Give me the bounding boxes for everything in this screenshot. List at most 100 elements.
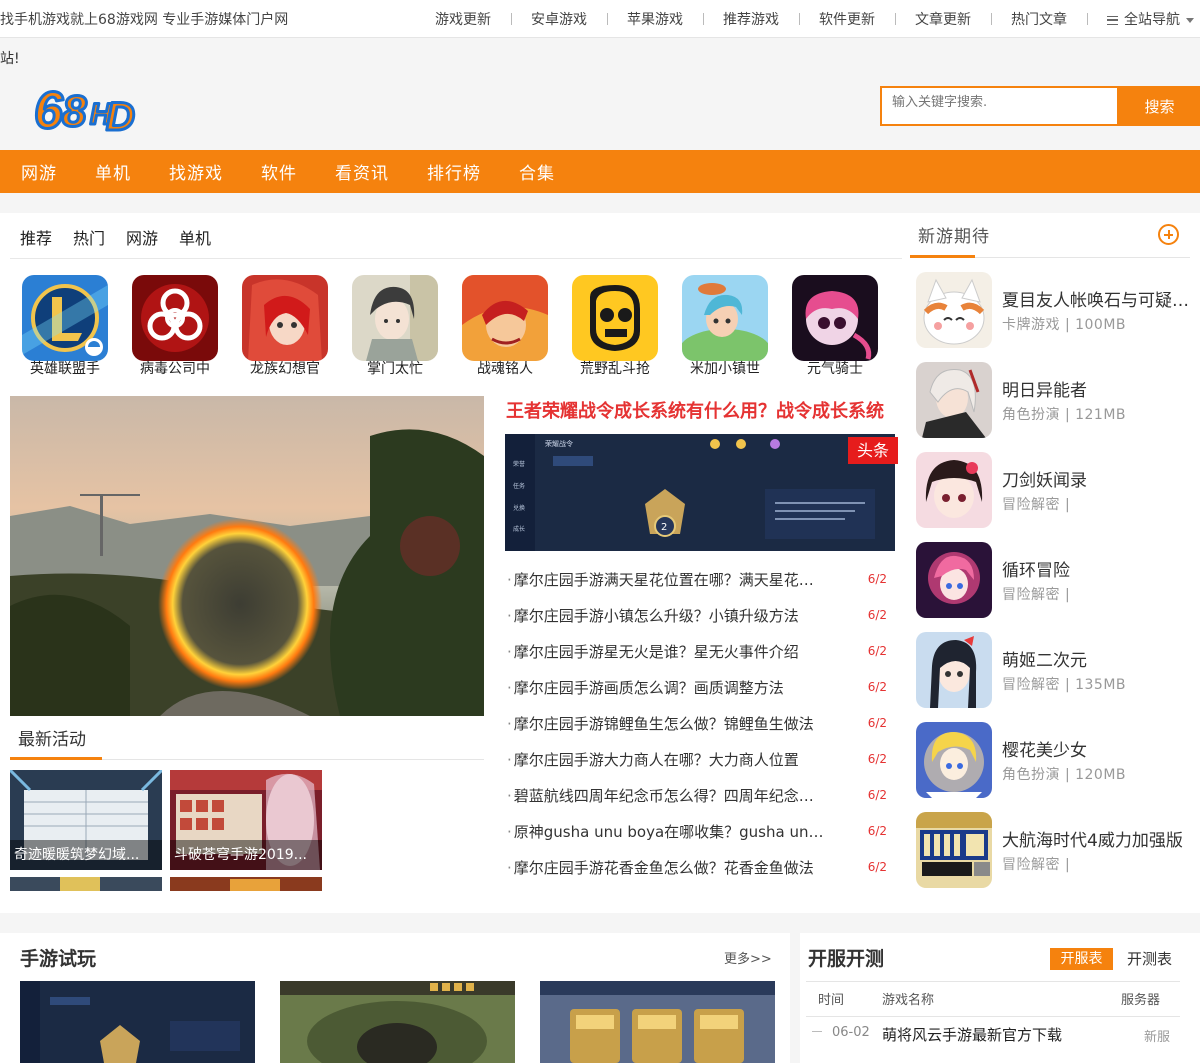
- game-item[interactable]: 龙族幻想官: [230, 275, 340, 377]
- svg-text:任务: 任务: [513, 482, 525, 490]
- site-logo[interactable]: 6 8 H D: [33, 76, 137, 142]
- upcoming-title: 新游期待: [918, 227, 990, 247]
- trial-card[interactable]: [540, 981, 775, 1063]
- top-link-software[interactable]: 软件更新: [799, 9, 895, 29]
- trial-section: 手游试玩 更多>>: [0, 933, 790, 1063]
- svg-text:荣誉: 荣誉: [513, 460, 525, 468]
- activity-card[interactable]: 奇迹暖暖筑梦幻域...: [10, 770, 162, 870]
- upcoming-meta: 角色扮演 | 120MB: [1002, 767, 1127, 783]
- news-title[interactable]: 摩尔庄园手游锦鲤鱼生怎么做？锦鲤鱼生做法: [507, 713, 827, 734]
- headline-image[interactable]: 荣誉 任务 兑换 成长 荣耀战令 2: [505, 434, 895, 551]
- news-list: 摩尔庄园手游满天星花位置在哪？满天星花在哪里 6/2 摩尔庄园手游小镇怎么升级？小…: [507, 561, 887, 885]
- game-item[interactable]: 米加小镇世: [670, 275, 780, 377]
- nav-single-games[interactable]: 单机: [76, 159, 150, 184]
- tab-hot[interactable]: 热门: [73, 225, 105, 249]
- tab-test-server[interactable]: 开测表: [1127, 948, 1172, 969]
- upcoming-name: 刀剑妖闻录: [1002, 471, 1087, 491]
- trial-title: 手游试玩: [20, 948, 97, 970]
- nav-software[interactable]: 软件: [242, 159, 316, 184]
- news-title[interactable]: 摩尔庄园手游花香金鱼怎么做？花香金鱼做法: [507, 857, 827, 878]
- top-link-articles[interactable]: 文章更新: [895, 9, 991, 29]
- game-thumbnail: [916, 632, 992, 708]
- game-item[interactable]: 元气骑士: [780, 275, 890, 377]
- news-date: 6/2: [867, 572, 887, 586]
- list-item[interactable]: 碧蓝航线四周年纪念币怎么得？四周年纪念币获取 6/2: [507, 777, 887, 813]
- news-title[interactable]: 摩尔庄园手游星无火是谁？星无火事件介绍: [507, 641, 827, 662]
- top-link-apple[interactable]: 苹果游戏: [607, 9, 703, 29]
- server-date: 06-02: [832, 1025, 870, 1040]
- news-date: 6/2: [867, 680, 887, 694]
- news-title[interactable]: 摩尔庄园手游大力商人在哪？大力商人位置: [507, 749, 827, 770]
- top-link-android[interactable]: 安卓游戏: [511, 9, 607, 29]
- tab-open-server[interactable]: 开服表: [1050, 948, 1113, 970]
- news-title[interactable]: 摩尔庄园手游满天星花位置在哪？满天星花在哪里: [507, 569, 827, 590]
- divider: [806, 1016, 1180, 1017]
- news-date: 6/2: [867, 644, 887, 658]
- nav-collections[interactable]: 合集: [500, 159, 574, 184]
- news-title[interactable]: 碧蓝航线四周年纪念币怎么得？四周年纪念币获取: [507, 785, 827, 806]
- list-item[interactable]: 摩尔庄园手游满天星花位置在哪？满天星花在哪里 6/2: [507, 561, 887, 597]
- game-name: 米加小镇世: [690, 361, 760, 377]
- upcoming-name: 明日异能者: [1002, 381, 1087, 401]
- top-link-game-update[interactable]: 游戏更新: [415, 9, 511, 29]
- server-title: 开服开测: [808, 948, 885, 970]
- news-title[interactable]: 摩尔庄园手游画质怎么调？画质调整方法: [507, 677, 827, 698]
- game-item[interactable]: 战魂铭人: [450, 275, 560, 377]
- upcoming-item[interactable]: 大航海时代4威力加强版 冒险解密 |: [916, 812, 1196, 902]
- trial-card[interactable]: [20, 981, 255, 1063]
- upcoming-name: 樱花美少女: [1002, 741, 1087, 761]
- nav-news[interactable]: 看资讯: [316, 159, 408, 184]
- activity-thumb[interactable]: [10, 877, 162, 891]
- game-item[interactable]: 病毒公司中: [120, 275, 230, 377]
- list-item[interactable]: 摩尔庄园手游锦鲤鱼生怎么做？锦鲤鱼生做法 6/2: [507, 705, 887, 741]
- upcoming-meta: 冒险解密 | 135MB: [1002, 677, 1127, 693]
- nav-rankings[interactable]: 排行榜: [408, 159, 500, 184]
- list-item[interactable]: 摩尔庄园手游花香金鱼怎么做？花香金鱼做法 6/2: [507, 849, 887, 885]
- list-item[interactable]: 原神gusha unu boya在哪收集？gusha unu boya位置 6/2: [507, 813, 887, 849]
- all-nav-menu[interactable]: 全站导航: [1087, 9, 1200, 29]
- server-game-name[interactable]: 萌将风云手游最新官方下载: [882, 1024, 1062, 1045]
- upcoming-item[interactable]: 刀剑妖闻录 冒险解密 |: [916, 452, 1196, 542]
- list-item[interactable]: 摩尔庄园手游大力商人在哪？大力商人位置 6/2: [507, 741, 887, 777]
- tab-recommended[interactable]: 推荐: [20, 225, 52, 249]
- trial-card[interactable]: [280, 981, 515, 1063]
- feature-banner[interactable]: [10, 396, 484, 716]
- game-name: 荒野乱斗抢: [580, 361, 650, 377]
- upcoming-item[interactable]: 夏目友人帐唤石与可疑的信使 卡牌游戏 | 100MB: [916, 272, 1196, 362]
- list-item[interactable]: 摩尔庄园手游小镇怎么升级？小镇升级方法 6/2: [507, 597, 887, 633]
- news-title[interactable]: 摩尔庄园手游小镇怎么升级？小镇升级方法: [507, 605, 827, 626]
- tab-single[interactable]: 单机: [179, 225, 211, 249]
- game-item[interactable]: 英雄联盟手: [10, 275, 120, 377]
- top-link-recommended[interactable]: 推荐游戏: [703, 9, 799, 29]
- server-type: 新服: [1144, 1030, 1171, 1045]
- svg-text:2: 2: [661, 522, 667, 533]
- nav-online-games[interactable]: 网游: [2, 159, 76, 184]
- list-item[interactable]: 摩尔庄园手游画质怎么调？画质调整方法 6/2: [507, 669, 887, 705]
- svg-text:荣耀战令: 荣耀战令: [545, 439, 573, 448]
- warrior-icon: [462, 275, 548, 361]
- upcoming-meta: 冒险解密 |: [1002, 857, 1071, 873]
- activity-card[interactable]: 斗破苍穹手游2019...: [170, 770, 322, 870]
- news-date: 6/2: [867, 716, 887, 730]
- upcoming-item[interactable]: 萌姬二次元 冒险解密 | 135MB: [916, 632, 1196, 722]
- upcoming-item[interactable]: 循环冒险 冒险解密 |: [916, 542, 1196, 632]
- game-item[interactable]: 掌门太忙: [340, 275, 450, 377]
- more-link[interactable]: 更多>>: [724, 948, 772, 967]
- search-input[interactable]: [882, 88, 1117, 124]
- game-thumbnail: [916, 272, 992, 348]
- news-title[interactable]: 原神gusha unu boya在哪收集？gusha unu boya位置: [507, 821, 827, 842]
- search-button[interactable]: 搜索: [1119, 86, 1200, 126]
- top-link-hot-articles[interactable]: 热门文章: [991, 9, 1087, 29]
- plus-icon[interactable]: [1158, 224, 1179, 245]
- title-underline: [10, 757, 102, 760]
- game-tabs: 推荐 热门 网游 单机: [20, 225, 232, 249]
- activity-thumb[interactable]: [170, 877, 322, 891]
- headline-title[interactable]: 王者荣耀战令成长系统有什么用？战令成长系统: [506, 397, 906, 423]
- nav-find-games[interactable]: 找游戏: [150, 159, 242, 184]
- list-item[interactable]: 摩尔庄园手游星无火是谁？星无火事件介绍 6/2: [507, 633, 887, 669]
- tab-online[interactable]: 网游: [126, 225, 158, 249]
- upcoming-item[interactable]: 樱花美少女 角色扮演 | 120MB: [916, 722, 1196, 812]
- upcoming-item[interactable]: 明日异能者 角色扮演 | 121MB: [916, 362, 1196, 452]
- news-date: 6/2: [867, 608, 887, 622]
- game-item[interactable]: 荒野乱斗抢: [560, 275, 670, 377]
